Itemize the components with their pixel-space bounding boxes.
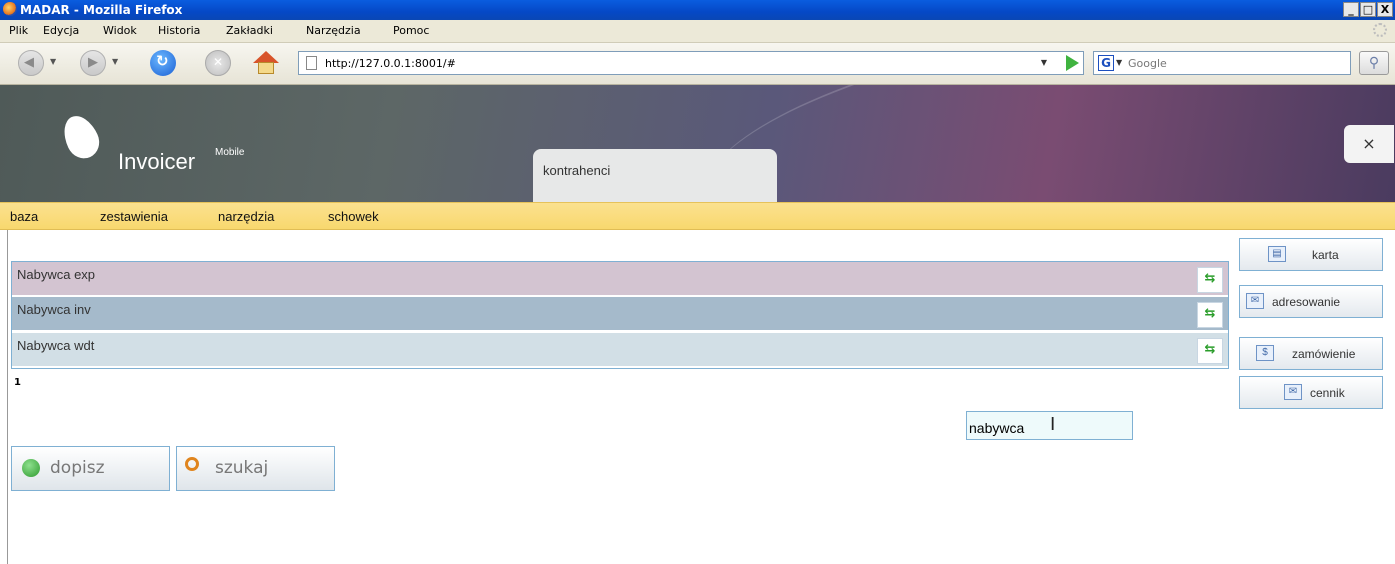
navigation-toolbar: ▼ ▼ http://127.0.0.1:8001/# ▼ G ▼ Google… — [0, 43, 1395, 85]
app-logo-text: Invoicer — [118, 149, 196, 174]
menu-narzedzia[interactable]: Narzędzia — [306, 24, 361, 37]
search-icon — [185, 457, 199, 471]
window-controls: _ □ X — [1343, 2, 1393, 17]
stop-icon[interactable] — [205, 50, 231, 76]
add-icon — [22, 459, 40, 477]
app-menu-schowek[interactable]: schowek — [328, 209, 379, 224]
szukaj-button[interactable]: szukaj — [176, 446, 335, 491]
dopisz-button[interactable]: dopisz — [11, 446, 170, 491]
back-history-dropdown-icon[interactable]: ▼ — [50, 57, 56, 66]
reload-icon[interactable] — [150, 50, 176, 76]
pricelist-icon: ✉ — [1284, 384, 1302, 400]
page-number[interactable]: 1 — [14, 377, 21, 388]
refresh-arrows-icon[interactable]: ⇆ — [1197, 338, 1223, 364]
home-icon[interactable] — [253, 50, 279, 76]
menu-zakladki[interactable]: Zakładki — [226, 24, 273, 37]
refresh-arrows-icon[interactable]: ⇆ — [1197, 302, 1223, 328]
menu-plik[interactable]: Plik — [9, 24, 28, 37]
card-icon: ▤ — [1268, 246, 1286, 262]
app-menu-baza[interactable]: baza — [10, 209, 38, 224]
content-left-border — [7, 230, 8, 564]
minimize-button[interactable]: _ — [1343, 2, 1359, 17]
search-magnifier-icon[interactable]: ⚲ — [1359, 51, 1389, 75]
back-arrow-icon[interactable] — [18, 50, 44, 76]
text-cursor-icon: I — [1050, 414, 1056, 435]
google-engine-icon[interactable]: G — [1098, 55, 1114, 71]
menu-edycja[interactable]: Edycja — [43, 24, 79, 37]
engine-dropdown-icon[interactable]: ▼ — [1116, 58, 1122, 67]
forward-arrow-icon[interactable] — [80, 50, 106, 76]
firefox-icon — [3, 2, 17, 16]
contractor-list: Nabywca exp ⇆ Nabywca inv ⇆ Nabywca wdt … — [11, 261, 1229, 369]
order-icon: $ — [1256, 345, 1274, 361]
menu-pomoc[interactable]: Pomoc — [393, 24, 429, 37]
maximize-button[interactable]: □ — [1360, 2, 1376, 17]
refresh-arrows-icon[interactable]: ⇆ — [1197, 267, 1223, 293]
close-window-button[interactable]: X — [1377, 2, 1393, 17]
app-menu: baza zestawienia narzędzia schowek — [0, 202, 1395, 230]
go-arrow-icon[interactable] — [1066, 55, 1079, 71]
tab-kontrahenci[interactable]: kontrahenci — [533, 149, 777, 202]
list-item[interactable]: Nabywca inv ⇆ — [12, 297, 1228, 331]
app-menu-zestawienia[interactable]: zestawienia — [100, 209, 168, 224]
browser-menubar: Plik Edycja Widok Historia Zakładki Narz… — [0, 20, 1395, 43]
menu-historia[interactable]: Historia — [158, 24, 200, 37]
window-titlebar: MADAR - Mozilla Firefox _ □ X — [0, 0, 1395, 20]
list-item[interactable]: Nabywca exp ⇆ — [12, 262, 1228, 296]
address-bar[interactable]: http://127.0.0.1:8001/# ▼ — [298, 51, 1084, 75]
envelope-icon: ✉ — [1246, 293, 1264, 309]
search-bar[interactable]: G ▼ Google — [1093, 51, 1351, 75]
app-logo-superscript: Mobile — [215, 147, 245, 158]
invoicer-logo-icon — [57, 110, 105, 164]
menu-widok[interactable]: Widok — [103, 24, 137, 37]
url-history-dropdown-icon[interactable]: ▼ — [1033, 52, 1055, 74]
forward-history-dropdown-icon[interactable]: ▼ — [112, 57, 118, 66]
zamowienie-button[interactable]: $ zamówienie — [1239, 337, 1383, 370]
list-item[interactable]: Nabywca wdt ⇆ — [12, 333, 1228, 367]
list-item-label: Nabywca wdt — [17, 338, 95, 353]
cennik-button[interactable]: ✉ cennik — [1239, 376, 1383, 409]
karta-button[interactable]: ▤ karta — [1239, 238, 1383, 271]
app-header: Invoicer Mobile kontrahenci × — [0, 85, 1395, 202]
window-title: MADAR - Mozilla Firefox — [20, 3, 183, 17]
close-icon[interactable]: × — [1344, 125, 1394, 163]
activity-throbber-icon — [1373, 23, 1387, 37]
app-menu-narzedzia[interactable]: narzędzia — [218, 209, 274, 224]
list-item-label: Nabywca inv — [17, 302, 91, 317]
search-placeholder[interactable]: Google — [1128, 57, 1167, 70]
page-icon — [306, 56, 317, 70]
tab-label: kontrahenci — [543, 163, 611, 178]
url-text[interactable]: http://127.0.0.1:8001/# — [325, 57, 456, 70]
list-item-label: Nabywca exp — [17, 267, 96, 282]
adresowanie-button[interactable]: ✉ adresowanie — [1239, 285, 1383, 318]
